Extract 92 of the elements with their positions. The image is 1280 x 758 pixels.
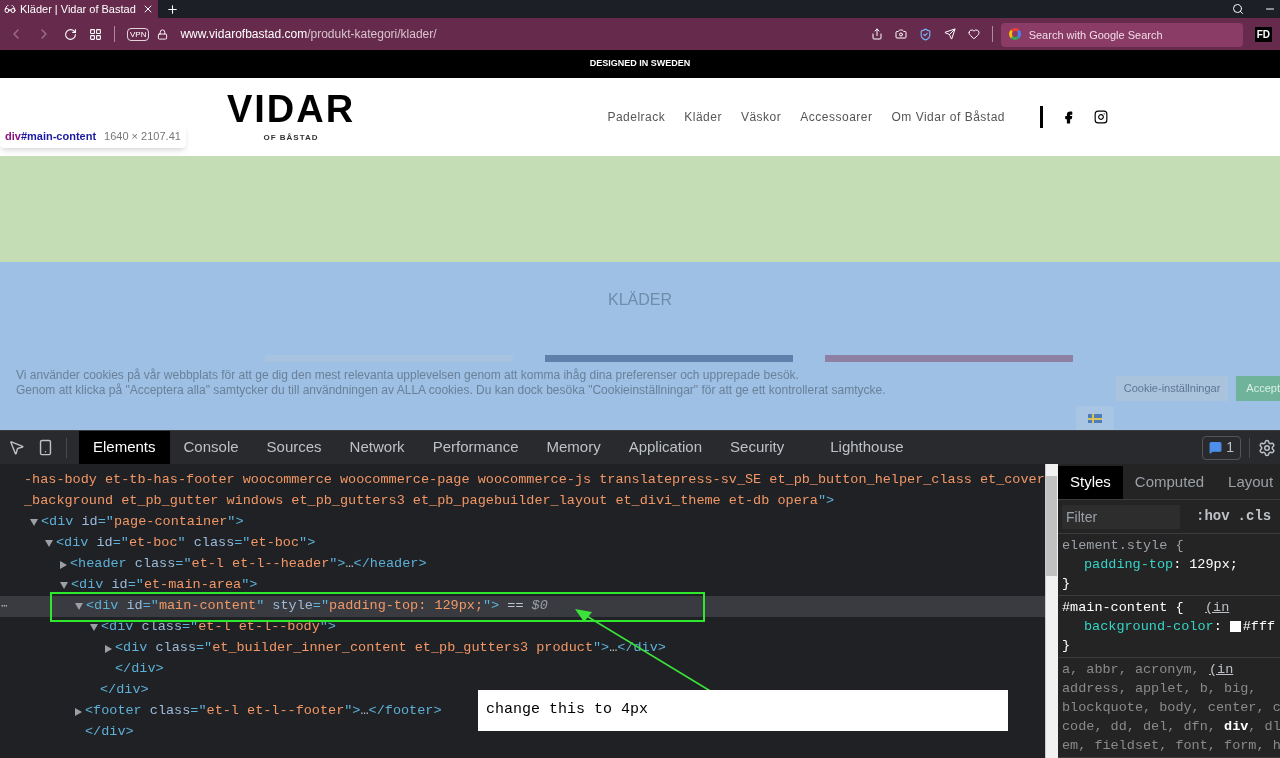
dom-node-row[interactable]: <div id="page-container"> (0, 512, 244, 533)
address-field[interactable]: www.vidarofbastad.com/produkt-kategori/klader/ (180, 25, 859, 43)
shield-icon[interactable] (918, 27, 932, 41)
new-tab-icon[interactable] (166, 2, 179, 16)
dom-node-text: <div id="main-content" style="padding-top: 129px;"> == $0 (86, 597, 548, 616)
rule-selector: blockquote, body, center, c (1062, 699, 1280, 717)
color-swatch[interactable] (1229, 621, 1241, 632)
inspect-tooltip: div#main-content 1640 × 2107.41 (0, 125, 186, 148)
heart-icon[interactable] (967, 28, 980, 40)
expanded-arrow-icon[interactable] (75, 603, 83, 610)
dom-node-text: </div> (85, 723, 134, 742)
more-icon[interactable]: ⋯ (1, 596, 8, 617)
instagram-icon[interactable] (1094, 110, 1108, 124)
cookie-text: Genom att klicka på "Acceptera alla" samtycker du till användningen av ALLA cookies. Du kan dock besöka "Cookieinställningar" för att ge ett kontrollerat samtycke. (16, 383, 887, 398)
logo-subtitle: OF BÅSTAD (263, 132, 319, 144)
source-link[interactable]: (in (1205, 598, 1230, 617)
nav-link[interactable]: Kläder (684, 108, 722, 126)
cls-toggle[interactable]: .cls (1237, 506, 1272, 527)
devtools-tab[interactable]: Performance (418, 431, 533, 464)
device-toolbar-icon[interactable] (37, 439, 54, 456)
devtools-tab[interactable]: Network (335, 431, 419, 464)
expanded-arrow-icon[interactable] (30, 519, 38, 526)
sidebar-tab[interactable]: Layout (1216, 466, 1280, 499)
send-icon[interactable] (943, 28, 956, 40)
dom-node-row[interactable]: <div id="et-boc" class="et-boc"> (0, 533, 316, 554)
rule-selector: a, abbr, acronym, (1062, 661, 1200, 679)
dom-node-text: </div> (100, 681, 149, 700)
logo[interactable]: VIDAR (226, 90, 356, 128)
scrollbar-thumb[interactable] (1046, 476, 1057, 576)
dom-node-text: <div id="et-boc" class="et-boc"> (56, 534, 316, 553)
lock-icon (157, 28, 169, 40)
nav-link[interactable]: Padelrack (607, 108, 666, 126)
dom-node-text: <div id="et-main-area"> (71, 576, 258, 595)
devtools-tab[interactable]: Elements (79, 431, 170, 464)
collapsed-arrow-icon[interactable] (75, 707, 82, 716)
rule-brace: } (1062, 575, 1071, 593)
rule-selector: em, fieldset, font, form, h (1062, 737, 1280, 755)
style-property[interactable]: padding-top: 129px; (1062, 555, 1280, 574)
page-heading: KLÄDER (608, 290, 672, 310)
speed-dial-icon[interactable] (89, 27, 102, 41)
reload-icon[interactable] (64, 27, 77, 41)
devtools-tab[interactable]: Memory (532, 431, 615, 464)
g-logo-icon (1008, 28, 1021, 40)
annotation-note: change this to 4px (486, 700, 649, 721)
dom-node-text: <header class="et-l et-l--header">…</header> (70, 555, 427, 574)
style-property[interactable]: background-color: #fff (1062, 617, 1280, 636)
nav-link[interactable]: Accessoarer (800, 108, 873, 126)
rule-brace: } (1062, 637, 1071, 655)
dom-node-row[interactable]: </div> (0, 680, 149, 701)
incognito-icon (4, 3, 16, 15)
banner-text: DESIGNED IN SWEDEN (589, 57, 691, 71)
swedish-flag-icon (1088, 413, 1102, 423)
devtools-tab[interactable]: Console (169, 431, 253, 464)
nav-link[interactable]: Om Vidar of Båstad (891, 108, 1005, 126)
rule-selector: address, applet, b, big, (1062, 680, 1257, 698)
hov-toggle[interactable]: :hov (1196, 506, 1230, 527)
settings-icon[interactable] (1258, 438, 1276, 457)
dom-node-row[interactable]: </div> (0, 722, 134, 743)
camera-icon[interactable] (894, 28, 907, 40)
dom-node-text: </div> (115, 660, 164, 679)
profile-badge[interactable]: FD (1254, 26, 1272, 42)
devtools-tab[interactable]: Sources (252, 431, 336, 464)
facebook-icon[interactable] (1062, 110, 1075, 124)
inspect-icon[interactable] (8, 439, 25, 456)
expanded-arrow-icon[interactable] (60, 582, 68, 589)
dom-node-row[interactable]: <header class="et-l et-l--header">…</header> (0, 554, 427, 575)
devtools-tab[interactable]: Security (716, 431, 799, 464)
rule-selector: element.style { (1062, 537, 1184, 555)
devtools-tab[interactable]: Application (614, 431, 717, 464)
expanded-arrow-icon[interactable] (90, 624, 98, 631)
devtools-tab[interactable]: Lighthouse (816, 431, 918, 464)
collapsed-arrow-icon[interactable] (60, 560, 67, 569)
sidebar-tab[interactable]: Styles (1058, 466, 1123, 499)
search-field[interactable]: Search with Google Search (1000, 23, 1243, 47)
browser-tab[interactable]: Kläder | Vidar of Bastad (0, 0, 158, 18)
dom-node-row[interactable]: </div> (0, 659, 164, 680)
expanded-arrow-icon[interactable] (45, 540, 53, 547)
dom-node-text: <footer class="et-l et-l--footer">…</footer> (85, 702, 442, 721)
dom-node-text: <div id="page-container"> (41, 513, 244, 532)
vpn-badge[interactable]: VPN (127, 27, 150, 41)
search-icon[interactable] (1232, 3, 1244, 15)
collapsed-arrow-icon[interactable] (105, 644, 112, 653)
cookie-text: Vi använder cookies på vår webbplats för att ge dig den mest relevanta upplevelsen genom att komma ihåg dina preferenser och upprepade besök. (16, 368, 800, 383)
dom-node-row[interactable]: <footer class="et-l et-l--footer">…</footer> (0, 701, 442, 722)
close-icon[interactable] (142, 3, 154, 15)
filter-field[interactable]: Filter (1062, 504, 1180, 529)
rule-selector: #main-content { (1062, 599, 1184, 617)
issues-badge[interactable]: 1 (1202, 435, 1241, 460)
sidebar-tab[interactable]: Computed (1122, 466, 1217, 499)
nav-link[interactable]: Väskor (740, 108, 782, 126)
dom-node-row[interactable]: <div id="et-main-area"> (0, 575, 258, 596)
rule-selector: code, dd, del, dfn, div, dl (1062, 718, 1280, 736)
